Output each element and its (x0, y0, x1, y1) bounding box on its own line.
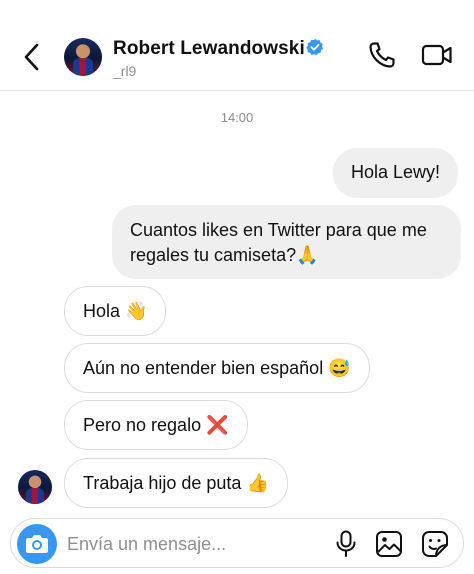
incoming-message[interactable]: Hola 👋 (64, 286, 167, 336)
microphone-icon (336, 530, 356, 557)
incoming-message[interactable]: Aún no entender bien español 😅 (64, 343, 370, 393)
sticker-button[interactable] (421, 530, 449, 558)
verified-icon (306, 38, 324, 56)
chevron-left-icon (24, 43, 39, 71)
outgoing-message[interactable]: Hola Lewy! (333, 148, 459, 198)
sticker-icon (422, 531, 448, 557)
voice-message-button[interactable] (333, 530, 359, 558)
camera-button[interactable] (17, 524, 57, 564)
back-button[interactable] (18, 40, 48, 74)
voice-call-button[interactable] (367, 40, 397, 70)
message-composer (10, 518, 464, 568)
message-input[interactable] (65, 528, 329, 560)
contact-username: _rl9 (113, 63, 137, 79)
gallery-button[interactable] (375, 530, 403, 558)
video-camera-icon (421, 44, 452, 66)
incoming-message[interactable]: Trabaja hijo de puta 👍 (64, 458, 288, 508)
camera-icon (26, 535, 48, 553)
chat-header: Robert Lewandowski _rl9 (0, 0, 474, 91)
image-icon (376, 531, 402, 557)
incoming-message[interactable]: Pero no regalo ❌ (64, 400, 248, 450)
sender-avatar[interactable] (18, 470, 52, 504)
contact-name[interactable]: Robert Lewandowski (113, 38, 305, 60)
video-call-button[interactable] (421, 40, 453, 70)
phone-icon (369, 42, 395, 68)
avatar[interactable] (64, 38, 102, 76)
message-timestamp: 14:00 (220, 110, 254, 125)
outgoing-message[interactable]: Cuantos likes en Twitter para que me reg… (112, 205, 461, 279)
